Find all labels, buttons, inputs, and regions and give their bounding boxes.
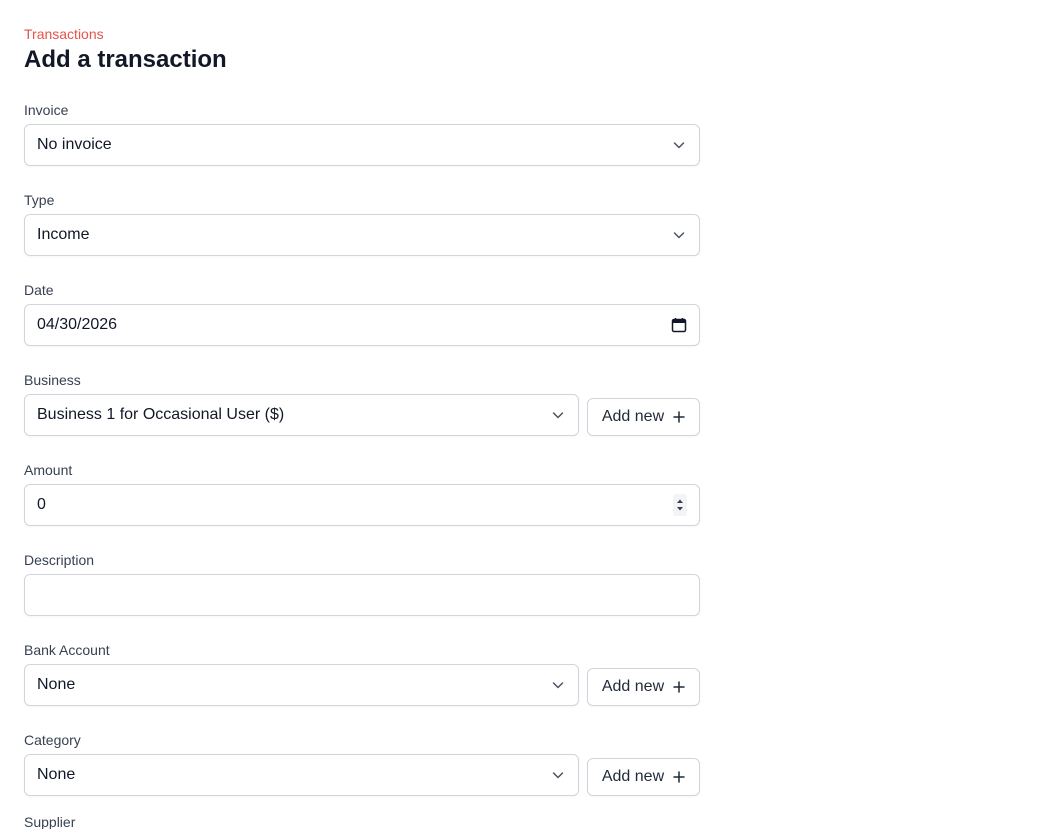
business-label: Business	[24, 372, 81, 388]
type-label: Type	[24, 192, 55, 208]
bank-account-select-value: None	[37, 676, 76, 693]
plus-icon	[673, 681, 685, 693]
category-label: Category	[24, 732, 81, 748]
add-category-button-label: Add new	[601, 768, 665, 785]
description-input[interactable]	[24, 574, 700, 616]
category-select[interactable]: None	[24, 754, 579, 796]
spinner-icon[interactable]	[673, 494, 687, 516]
chevron-down-icon	[671, 227, 687, 243]
plus-icon	[673, 771, 685, 783]
chevron-down-icon	[550, 407, 566, 423]
breadcrumb-transactions[interactable]: Transactions	[24, 26, 104, 42]
add-category-button[interactable]: Add new	[587, 758, 700, 796]
chevron-down-icon	[550, 767, 566, 783]
amount-label: Amount	[24, 462, 73, 478]
date-input-value: 04/30/2026	[37, 316, 118, 333]
invoice-select-value: No invoice	[37, 136, 112, 153]
add-bank-account-button[interactable]: Add new	[587, 668, 700, 706]
type-select[interactable]: Income	[24, 214, 700, 256]
description-label: Description	[24, 552, 95, 568]
page-title: Add a transaction	[24, 46, 227, 73]
plus-icon	[673, 411, 685, 423]
add-business-button[interactable]: Add new	[587, 398, 700, 436]
supplier-label: Supplier	[24, 814, 76, 829]
business-select[interactable]: Business 1 for Occasional User ($)	[24, 394, 579, 436]
calendar-icon[interactable]	[671, 317, 687, 333]
bank-account-label: Bank Account	[24, 642, 110, 658]
chevron-down-icon	[671, 137, 687, 153]
add-business-button-label: Add new	[601, 408, 665, 425]
chevron-down-icon	[550, 677, 566, 693]
amount-input[interactable]: 0	[24, 484, 700, 526]
category-select-value: None	[37, 766, 76, 783]
type-select-value: Income	[37, 226, 90, 243]
date-label: Date	[24, 282, 54, 298]
add-bank-account-button-label: Add new	[601, 678, 665, 695]
invoice-select[interactable]: No invoice	[24, 124, 700, 166]
business-select-value: Business 1 for Occasional User ($)	[37, 406, 285, 423]
date-input[interactable]: 04/30/2026	[24, 304, 700, 346]
add-transaction-page: Transactions Add a transaction Invoice N…	[0, 0, 1042, 829]
bank-account-select[interactable]: None	[24, 664, 579, 706]
invoice-label: Invoice	[24, 102, 69, 118]
amount-input-value: 0	[37, 496, 46, 513]
